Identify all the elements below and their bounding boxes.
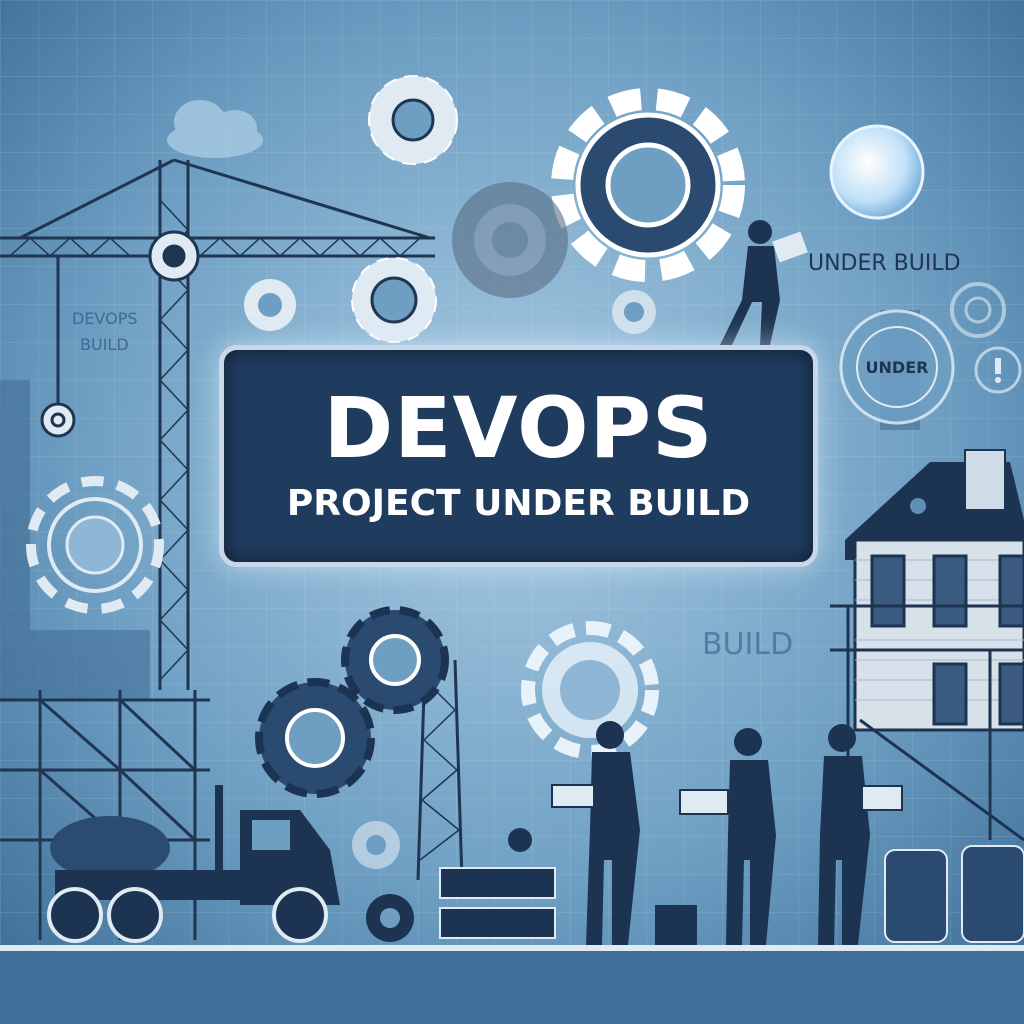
gear-icon: [341, 606, 449, 714]
gear-icon: [452, 182, 568, 298]
gear-icon: [244, 279, 296, 331]
illustration: UNDER UNDER BUILD DEVOPS BUILD BUILD DEV…: [0, 0, 1024, 1024]
under-badge: UNDER: [839, 309, 955, 425]
title-banner: DEVOPS PROJECT UNDER BUILD: [219, 345, 818, 567]
sun-icon: [829, 124, 925, 220]
under-build-sign: UNDER BUILD: [808, 251, 961, 276]
badge-text: UNDER: [866, 358, 929, 377]
gear-icon: [352, 821, 400, 869]
gear-icon: [612, 290, 656, 334]
gear-icon: [366, 894, 414, 942]
build-sign: BUILD: [702, 627, 793, 662]
gear-icon: [368, 75, 458, 165]
gear-icon: [551, 88, 745, 282]
ground-line: [0, 945, 1024, 951]
devops-sign-line1: DEVOPS: [72, 309, 138, 328]
gear-icon: [255, 678, 375, 798]
bucket: [655, 905, 697, 945]
gear-icon: [351, 257, 437, 343]
banner-title: DEVOPS: [323, 379, 714, 477]
ground: [0, 951, 1024, 1024]
banner-subtitle: PROJECT UNDER BUILD: [286, 483, 751, 524]
devops-sign-line2: BUILD: [80, 335, 129, 354]
